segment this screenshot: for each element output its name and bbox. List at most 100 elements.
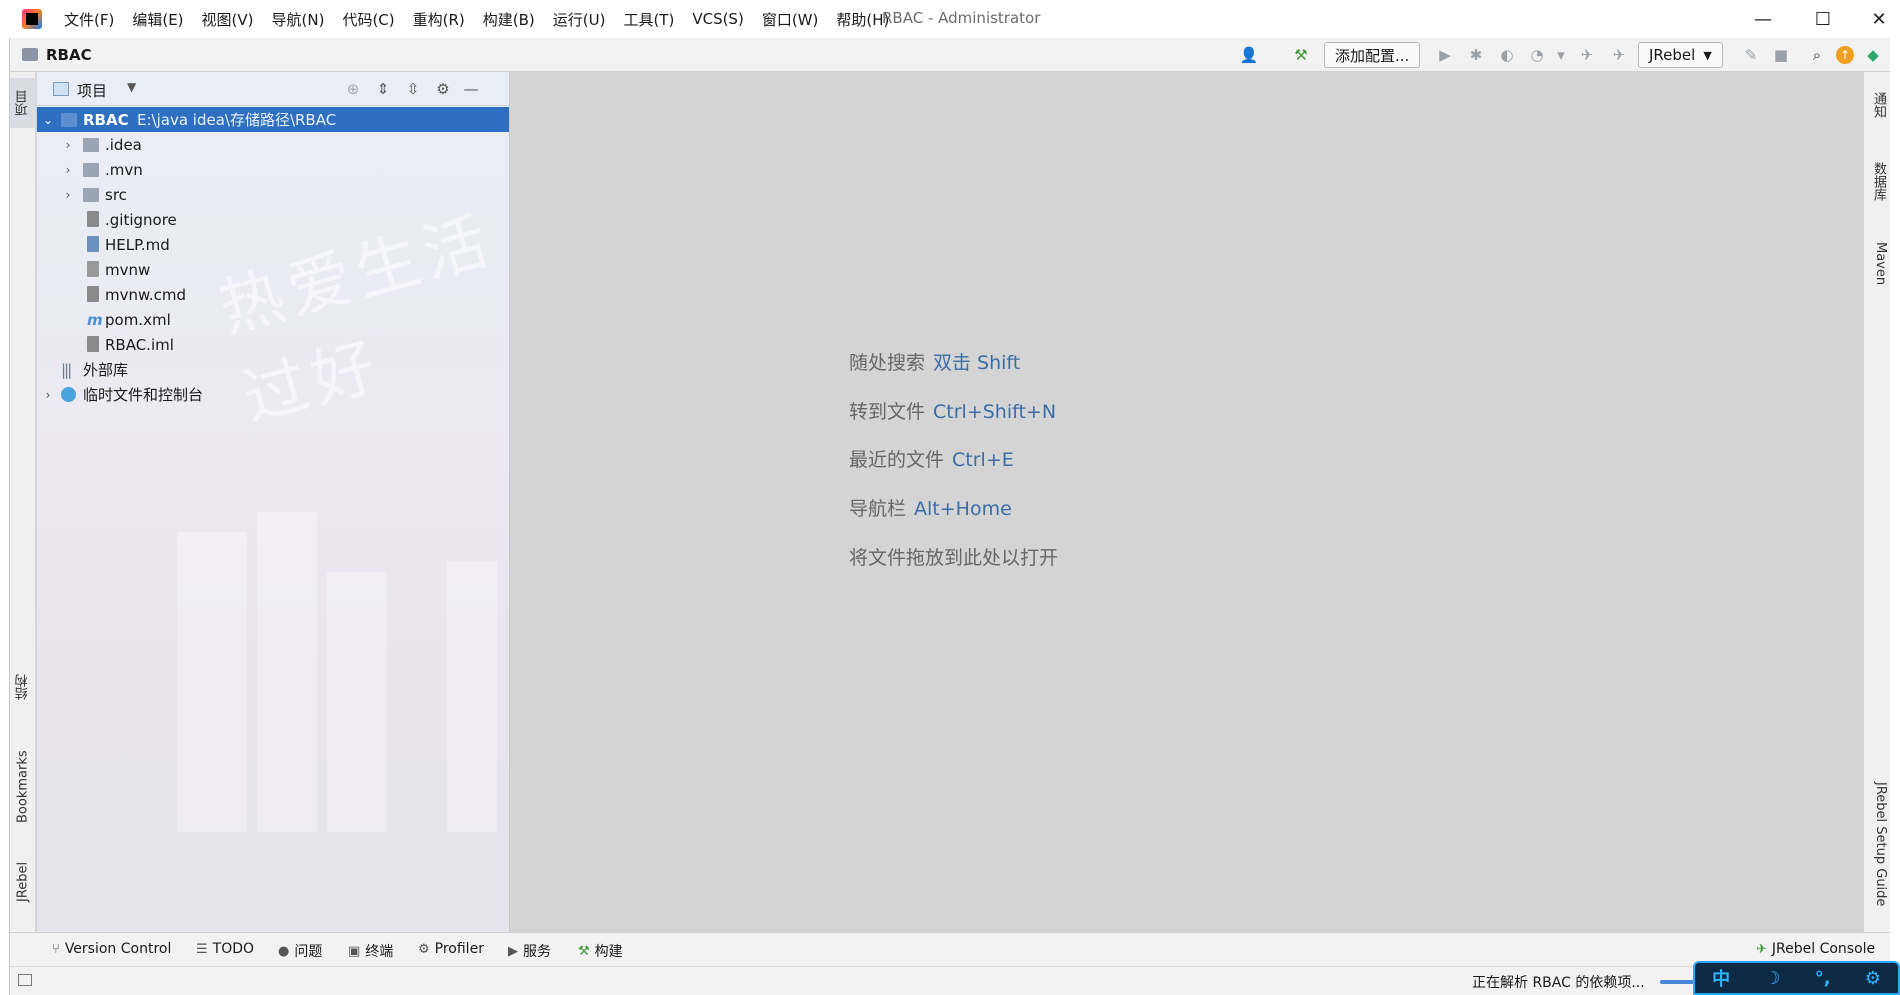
tree-row[interactable]: mvnw.cmd [37,282,509,307]
menu-refactor[interactable]: 重构(R) [413,9,465,30]
hide-panel-icon[interactable]: — [461,79,481,99]
breadcrumb-project[interactable]: RBAC [46,46,92,64]
tree-row[interactable]: HELP.md [37,232,509,257]
tree-label: .idea [105,135,142,154]
tab-database[interactable]: 数据库 [1868,162,1888,201]
editor-empty-area[interactable]: 随处搜索 双击 Shift 转到文件 Ctrl+Shift+N 最近的文件 Ctrl+… [511,72,1863,932]
search-icon[interactable]: ⌕ [1806,44,1828,66]
expand-all-icon[interactable]: ⇕ [373,79,393,99]
update-icon[interactable]: ↑ [1834,44,1856,66]
window-title: RBAC - Administrator [882,9,1041,27]
menu-edit[interactable]: 编辑(E) [132,9,183,30]
build-hammer-icon[interactable]: ⚒ [1290,44,1312,66]
maximize-button[interactable]: ☐ [1800,0,1846,38]
tab-structure[interactable]: 结构 [10,662,36,712]
add-configuration-button[interactable]: 添加配置... [1324,42,1421,68]
tree-label: HELP.md [105,235,170,254]
chevron-down-icon[interactable]: ▼ [127,80,136,94]
run-icon[interactable]: ▶ [1434,44,1456,66]
collapse-all-icon[interactable]: ⇳ [403,79,423,99]
menu-window[interactable]: 窗口(W) [762,9,819,30]
ime-language-toggle[interactable]: 中 [1712,965,1730,991]
gear-icon[interactable]: ⚙ [1865,968,1881,989]
tree-row[interactable]: mvnw [37,257,509,282]
jrebel-select[interactable]: JRebel ▼ [1638,42,1723,68]
tab-notifications[interactable]: 通知 [1868,92,1888,118]
tool-jrebel-console[interactable]: ✈ JRebel Console [1756,941,1875,957]
tab-maven[interactable]: Maven [1868,242,1888,285]
locate-file-icon[interactable]: ⊕ [343,79,363,99]
chevron-right-icon[interactable]: › [61,188,75,202]
tree-row[interactable]: › 临时文件和控制台 [37,382,509,407]
menu-tools[interactable]: 工具(T) [623,9,674,30]
navigation-bar: RBAC 👤 ⚒ 添加配置... ▶ ✱ ◐ ◔ ▾ ✈ ✈ JRebel ▼ … [10,38,1900,72]
tree-row[interactable]: › src [37,182,509,207]
tab-bookmarks[interactable]: Bookmarks [10,742,36,832]
menu-build[interactable]: 构建(B) [483,9,535,30]
plugin-icon[interactable]: ◆ [1862,44,1884,66]
hint-text: 导航栏 [849,498,907,520]
hint-text: 随处搜索 [849,352,926,374]
tab-jrebel[interactable]: JRebel [10,852,36,912]
account-icon[interactable]: 👤 [1238,44,1260,66]
tool-terminal[interactable]: ▣ 终端 [348,941,393,961]
menu-file[interactable]: 文件(F) [64,9,114,30]
toggle-tool-windows-icon[interactable] [18,974,32,986]
ime-toolbar[interactable]: 中 ☽ °, ⚙ [1693,961,1900,995]
chevron-right-icon[interactable]: › [41,388,55,402]
menu-code[interactable]: 代码(C) [342,9,394,30]
tree-row[interactable]: m pom.xml [37,307,509,332]
menu-run[interactable]: 运行(U) [553,9,606,30]
project-view-icon [53,82,69,96]
intellij-logo-icon[interactable] [22,9,42,29]
background-building [257,512,317,832]
moon-icon[interactable]: ☽ [1764,968,1780,989]
status-message[interactable]: 正在解析 RBAC 的依赖项... [1472,972,1645,992]
hint-goto-file: 转到文件 Ctrl+Shift+N [849,397,1056,424]
close-button[interactable]: ✕ [1856,0,1900,38]
tool-version-control[interactable]: ⑂ Version Control [52,941,171,957]
tool-problems[interactable]: ● 问题 [278,941,322,961]
tree-row[interactable]: RBAC.iml [37,332,509,357]
debug-icon[interactable]: ✱ [1465,44,1487,66]
tree-label: 临时文件和控制台 [83,386,204,404]
gitignore-file-icon [87,211,99,227]
chevron-right-icon[interactable]: › [61,163,75,177]
progress-bar [1660,980,1696,984]
tree-row[interactable]: › .mvn [37,157,509,182]
tab-project[interactable]: 项目 [10,78,36,128]
menu-vcs[interactable]: VCS(S) [692,10,743,28]
tree-row[interactable]: ||| 外部库 [37,357,509,382]
tree-row[interactable]: › .idea [37,132,509,157]
folder-icon [83,188,99,202]
tree-row-root[interactable]: ⌄ RBAC E:\java idea\存储路径\RBAC [37,107,509,132]
deploy-icon[interactable]: ✎ [1740,44,1762,66]
tool-label: 构建 [594,944,623,960]
tree-row[interactable]: .gitignore [37,207,509,232]
tab-jrebel-setup-guide[interactable]: JRebel Setup Guide [1868,782,1888,906]
tree-label: .mvn [105,160,143,179]
tree-label: pom.xml [105,310,171,329]
gear-icon[interactable]: ⚙ [433,79,453,99]
hint-shortcut: Alt+Home [914,498,1012,520]
coverage-icon[interactable]: ◐ [1496,44,1518,66]
chevron-right-icon[interactable]: › [61,138,75,152]
tool-todo[interactable]: ☰ TODO [196,941,254,957]
tool-build[interactable]: ⚒ 构建 [578,941,623,961]
tool-profiler[interactable]: ⚙ Profiler [418,941,484,957]
menu-navigate[interactable]: 导航(N) [272,9,325,30]
hint-text: 转到文件 [849,401,926,423]
menu-view[interactable]: 视图(V) [202,9,254,30]
tool-services[interactable]: ▶ 服务 [508,941,551,961]
chevron-down-icon[interactable]: ⌄ [41,113,55,127]
profile-icon[interactable]: ◔ [1526,44,1548,66]
more-run-chevron-icon[interactable]: ▾ [1550,44,1572,66]
right-tool-strip: 通知 数据库 Maven JRebel Setup Guide [1863,72,1890,932]
minimize-button[interactable]: — [1740,0,1786,38]
jrebel-debug-icon[interactable]: ✈ [1608,44,1630,66]
punctuation-toggle[interactable]: °, [1815,968,1831,989]
project-panel-title[interactable]: 项目 [77,80,107,101]
stop-icon[interactable]: ■ [1770,44,1792,66]
jrebel-run-icon[interactable]: ✈ [1576,44,1598,66]
services-icon: ▶ [508,943,518,959]
